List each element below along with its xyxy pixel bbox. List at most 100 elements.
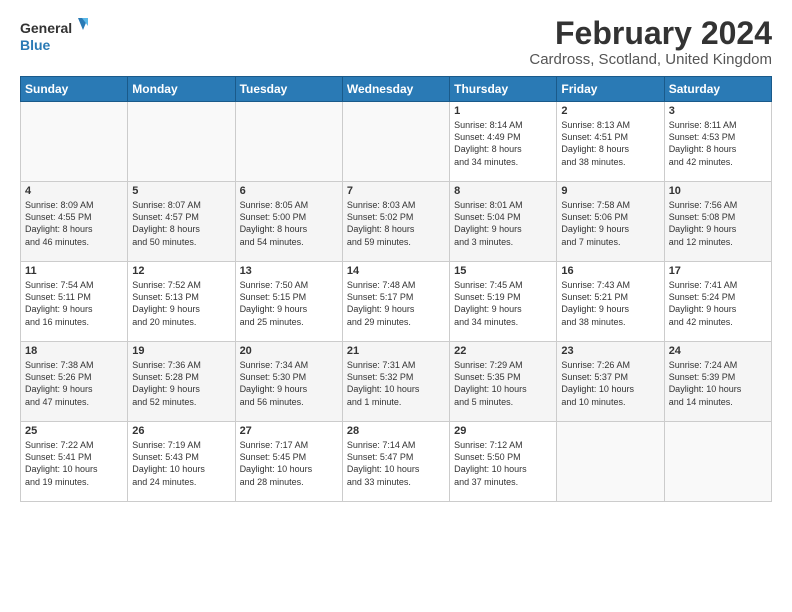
day-info: Sunrise: 7:29 AM Sunset: 5:35 PM Dayligh… bbox=[454, 359, 552, 408]
calendar-cell: 5Sunrise: 8:07 AM Sunset: 4:57 PM Daylig… bbox=[128, 182, 235, 262]
calendar-cell: 16 Sunrise: 7:43 AM Sunset: 5:21 PM Dayli… bbox=[557, 262, 664, 342]
calendar-cell: 1 Sunrise: 8:14 AM Sunset: 4:49 PM Daylig… bbox=[450, 102, 557, 182]
calendar-cell: 19 Sunrise: 7:36 AM Sunset: 5:28 PM Dayli… bbox=[128, 342, 235, 422]
day-number: 23 bbox=[561, 345, 659, 357]
day-info: Sunrise: 7:31 AM Sunset: 5:32 PM Dayligh… bbox=[347, 359, 445, 408]
day-number: 2 bbox=[561, 105, 659, 117]
calendar-cell: 18 Sunrise: 7:38 AM Sunset: 5:26 PM Dayli… bbox=[21, 342, 128, 422]
day-info: Sunrise: 7:14 AM Sunset: 5:47 PM Dayligh… bbox=[347, 439, 445, 488]
day-number: 14 bbox=[347, 265, 445, 277]
day-info: Sunrise: 8:03 AM Sunset: 5:02 PM Dayligh… bbox=[347, 199, 445, 248]
day-number: 3 bbox=[669, 105, 767, 117]
day-info: Sunrise: 7:26 AM Sunset: 5:37 PM Dayligh… bbox=[561, 359, 659, 408]
col-tuesday: Tuesday bbox=[235, 77, 342, 102]
day-number: 19 bbox=[132, 345, 230, 357]
day-info: Sunrise: 7:56 AM Sunset: 5:08 PM Dayligh… bbox=[669, 199, 767, 248]
day-number: 13 bbox=[240, 265, 338, 277]
calendar-cell: 14 Sunrise: 7:48 AM Sunset: 5:17 PM Dayli… bbox=[342, 262, 449, 342]
calendar-cell bbox=[21, 102, 128, 182]
calendar-cell: 12Sunrise: 7:52 AM Sunset: 5:13 PM Dayli… bbox=[128, 262, 235, 342]
day-info: Sunrise: 7:48 AM Sunset: 5:17 PM Dayligh… bbox=[347, 279, 445, 328]
day-number: 8 bbox=[454, 185, 552, 197]
calendar-cell: 15Sunrise: 7:45 AM Sunset: 5:19 PM Dayli… bbox=[450, 262, 557, 342]
day-number: 6 bbox=[240, 185, 338, 197]
calendar-cell: 25 Sunrise: 7:22 AM Sunset: 5:41 PM Dayli… bbox=[21, 422, 128, 502]
day-info: Sunrise: 7:17 AM Sunset: 5:45 PM Dayligh… bbox=[240, 439, 338, 488]
calendar-cell: 3 Sunrise: 8:11 AM Sunset: 4:53 PM Daylig… bbox=[664, 102, 771, 182]
day-number: 7 bbox=[347, 185, 445, 197]
day-number: 28 bbox=[347, 425, 445, 437]
day-info: Sunrise: 7:19 AM Sunset: 5:43 PM Dayligh… bbox=[132, 439, 230, 488]
calendar-cell: 28 Sunrise: 7:14 AM Sunset: 5:47 PM Dayli… bbox=[342, 422, 449, 502]
day-number: 27 bbox=[240, 425, 338, 437]
calendar-cell: 9Sunrise: 7:58 AM Sunset: 5:06 PM Daylig… bbox=[557, 182, 664, 262]
svg-text:General: General bbox=[20, 20, 72, 36]
day-info: Sunrise: 7:43 AM Sunset: 5:21 PM Dayligh… bbox=[561, 279, 659, 328]
col-wednesday: Wednesday bbox=[342, 77, 449, 102]
col-monday: Monday bbox=[128, 77, 235, 102]
calendar-body: 1 Sunrise: 8:14 AM Sunset: 4:49 PM Daylig… bbox=[21, 102, 772, 502]
calendar-cell: 20 Sunrise: 7:34 AM Sunset: 5:30 PM Dayli… bbox=[235, 342, 342, 422]
calendar-cell bbox=[557, 422, 664, 502]
calendar-title: February 2024 bbox=[529, 16, 772, 51]
calendar-table: Sunday Monday Tuesday Wednesday Thursday… bbox=[20, 76, 772, 502]
calendar-cell: 10Sunrise: 7:56 AM Sunset: 5:08 PM Dayli… bbox=[664, 182, 771, 262]
day-info: Sunrise: 7:50 AM Sunset: 5:15 PM Dayligh… bbox=[240, 279, 338, 328]
day-info: Sunrise: 7:52 AM Sunset: 5:13 PM Dayligh… bbox=[132, 279, 230, 328]
col-sunday: Sunday bbox=[21, 77, 128, 102]
day-info: Sunrise: 7:34 AM Sunset: 5:30 PM Dayligh… bbox=[240, 359, 338, 408]
week-row-3: 18 Sunrise: 7:38 AM Sunset: 5:26 PM Dayli… bbox=[21, 342, 772, 422]
day-info: Sunrise: 8:13 AM Sunset: 4:51 PM Dayligh… bbox=[561, 119, 659, 168]
day-number: 11 bbox=[25, 265, 123, 277]
day-info: Sunrise: 8:11 AM Sunset: 4:53 PM Dayligh… bbox=[669, 119, 767, 168]
day-number: 1 bbox=[454, 105, 552, 117]
week-row-2: 11 Sunrise: 7:54 AM Sunset: 5:11 PM Dayli… bbox=[21, 262, 772, 342]
day-number: 9 bbox=[561, 185, 659, 197]
day-number: 25 bbox=[25, 425, 123, 437]
calendar-subtitle: Cardross, Scotland, United Kingdom bbox=[529, 51, 772, 68]
calendar-cell: 21 Sunrise: 7:31 AM Sunset: 5:32 PM Dayli… bbox=[342, 342, 449, 422]
calendar-cell: 26 Sunrise: 7:19 AM Sunset: 5:43 PM Dayli… bbox=[128, 422, 235, 502]
header-row: Sunday Monday Tuesday Wednesday Thursday… bbox=[21, 77, 772, 102]
calendar-cell: 2 Sunrise: 8:13 AM Sunset: 4:51 PM Daylig… bbox=[557, 102, 664, 182]
day-number: 5 bbox=[132, 185, 230, 197]
day-info: Sunrise: 8:05 AM Sunset: 5:00 PM Dayligh… bbox=[240, 199, 338, 248]
day-info: Sunrise: 8:09 AM Sunset: 4:55 PM Dayligh… bbox=[25, 199, 123, 248]
day-info: Sunrise: 8:14 AM Sunset: 4:49 PM Dayligh… bbox=[454, 119, 552, 168]
calendar-cell: 6 Sunrise: 8:05 AM Sunset: 5:00 PM Daylig… bbox=[235, 182, 342, 262]
logo: General Blue bbox=[20, 16, 90, 56]
calendar-cell bbox=[342, 102, 449, 182]
day-number: 15 bbox=[454, 265, 552, 277]
calendar-cell: 23 Sunrise: 7:26 AM Sunset: 5:37 PM Dayli… bbox=[557, 342, 664, 422]
calendar-cell: 17Sunrise: 7:41 AM Sunset: 5:24 PM Dayli… bbox=[664, 262, 771, 342]
day-number: 24 bbox=[669, 345, 767, 357]
calendar-cell bbox=[235, 102, 342, 182]
col-friday: Friday bbox=[557, 77, 664, 102]
day-info: Sunrise: 7:36 AM Sunset: 5:28 PM Dayligh… bbox=[132, 359, 230, 408]
calendar-cell: 22 Sunrise: 7:29 AM Sunset: 5:35 PM Dayli… bbox=[450, 342, 557, 422]
day-info: Sunrise: 7:22 AM Sunset: 5:41 PM Dayligh… bbox=[25, 439, 123, 488]
calendar-cell bbox=[664, 422, 771, 502]
calendar-cell: 24Sunrise: 7:24 AM Sunset: 5:39 PM Dayli… bbox=[664, 342, 771, 422]
day-info: Sunrise: 7:41 AM Sunset: 5:24 PM Dayligh… bbox=[669, 279, 767, 328]
day-info: Sunrise: 7:12 AM Sunset: 5:50 PM Dayligh… bbox=[454, 439, 552, 488]
calendar-cell: 11 Sunrise: 7:54 AM Sunset: 5:11 PM Dayli… bbox=[21, 262, 128, 342]
day-info: Sunrise: 7:38 AM Sunset: 5:26 PM Dayligh… bbox=[25, 359, 123, 408]
day-number: 26 bbox=[132, 425, 230, 437]
calendar-cell: 27 Sunrise: 7:17 AM Sunset: 5:45 PM Dayli… bbox=[235, 422, 342, 502]
day-number: 20 bbox=[240, 345, 338, 357]
week-row-0: 1 Sunrise: 8:14 AM Sunset: 4:49 PM Daylig… bbox=[21, 102, 772, 182]
day-info: Sunrise: 7:54 AM Sunset: 5:11 PM Dayligh… bbox=[25, 279, 123, 328]
day-number: 16 bbox=[561, 265, 659, 277]
day-number: 29 bbox=[454, 425, 552, 437]
calendar-cell: 8Sunrise: 8:01 AM Sunset: 5:04 PM Daylig… bbox=[450, 182, 557, 262]
day-number: 21 bbox=[347, 345, 445, 357]
header-area: General Blue February 2024 Cardross, Sco… bbox=[20, 16, 772, 68]
calendar-cell: 7 Sunrise: 8:03 AM Sunset: 5:02 PM Daylig… bbox=[342, 182, 449, 262]
day-number: 22 bbox=[454, 345, 552, 357]
calendar-cell: 29 Sunrise: 7:12 AM Sunset: 5:50 PM Dayli… bbox=[450, 422, 557, 502]
day-number: 18 bbox=[25, 345, 123, 357]
week-row-4: 25 Sunrise: 7:22 AM Sunset: 5:41 PM Dayli… bbox=[21, 422, 772, 502]
page: General Blue February 2024 Cardross, Sco… bbox=[0, 0, 792, 512]
calendar-header: Sunday Monday Tuesday Wednesday Thursday… bbox=[21, 77, 772, 102]
